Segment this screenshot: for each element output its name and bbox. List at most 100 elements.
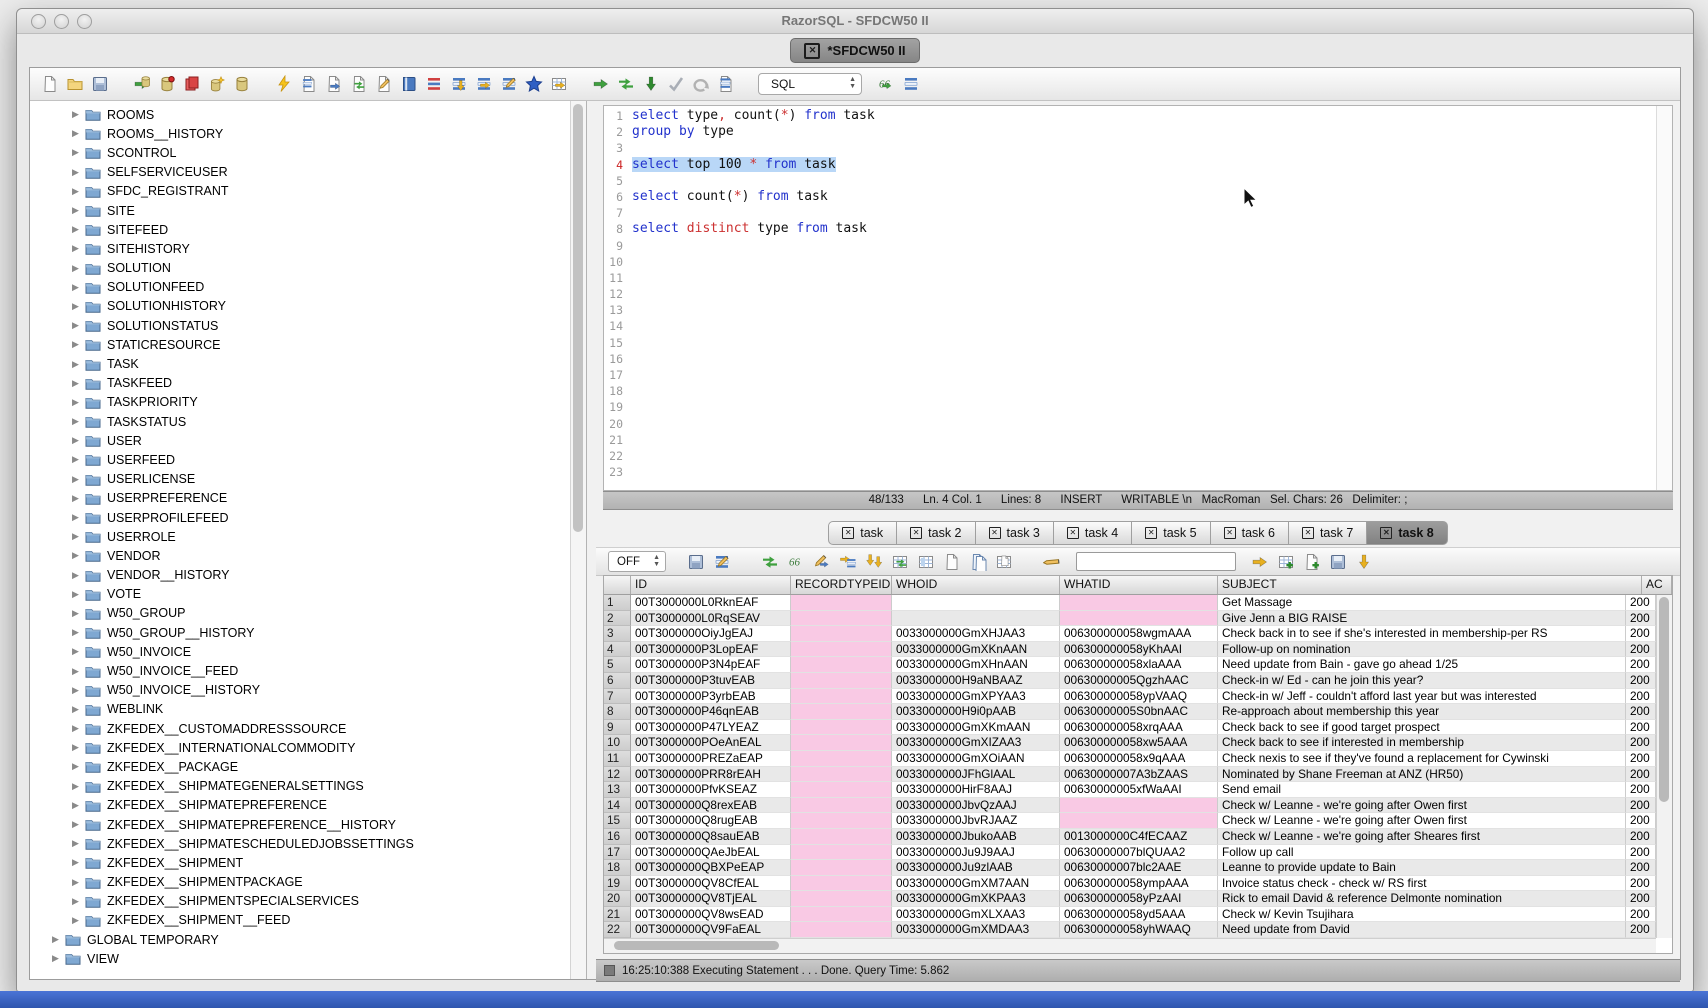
column-header-ac[interactable]: AC (1642, 576, 1672, 594)
log-document-icon[interactable] (716, 74, 736, 94)
results-list-icon[interactable] (901, 74, 921, 94)
grid-cell[interactable]: 00T3000000QV8wsEAD (631, 907, 791, 923)
code-line-21[interactable] (632, 432, 1656, 448)
row-number-cell[interactable]: 20 (604, 891, 631, 907)
row-number-cell[interactable]: 4 (604, 642, 631, 658)
disclosure-triangle-icon[interactable]: ▶ (70, 550, 81, 561)
grid-cell[interactable]: 00T3000000P3yrbEAB (631, 689, 791, 705)
disclosure-triangle-icon[interactable]: ▶ (70, 167, 81, 178)
tree-item-site[interactable]: ▶ SITE (30, 201, 570, 220)
table-row[interactable]: 300T3000000OiyJgEAJ0033000000GmXHJAA3006… (604, 626, 1656, 642)
grid-cell[interactable]: 00T3000000P3tuvEAB (631, 673, 791, 689)
code-line-10[interactable] (632, 254, 1656, 270)
grid-cell[interactable]: 0033000000JbvQzAAJ (892, 798, 1060, 814)
tree-item-weblink[interactable]: ▶ WEBLINK (30, 700, 570, 719)
grid-cell[interactable] (791, 626, 892, 642)
code-line-19[interactable] (632, 399, 1656, 415)
grid-cell[interactable] (791, 782, 892, 798)
grid-cell[interactable]: 006300000058yKhAAI (1060, 642, 1218, 658)
tree-item-vendor[interactable]: ▶ VENDOR (30, 546, 570, 565)
column-header-whoid[interactable]: WHOID (892, 576, 1060, 594)
disclosure-triangle-icon[interactable]: ▶ (70, 742, 81, 753)
grid-horizontal-scrollbar[interactable] (604, 938, 1656, 953)
grid-cell[interactable]: Check nexis to see if they've found a re… (1218, 751, 1626, 767)
grid-cell[interactable]: 00T3000000P3N4pEAF (631, 657, 791, 673)
tree-item-zkfedex-shipmentspecialservices[interactable]: ▶ ZKFEDEX__SHIPMENTSPECIALSERVICES (30, 892, 570, 911)
grid-cell[interactable]: 200 (1626, 907, 1656, 923)
tree-item-zkfedex-customaddresssource[interactable]: ▶ ZKFEDEX__CUSTOMADDRESSSOURCE (30, 719, 570, 738)
tree-item-taskfeed[interactable]: ▶ TASKFEED (30, 374, 570, 393)
grid-cell[interactable]: Rick to email David & reference Delmonte… (1218, 891, 1626, 907)
row-number-cell[interactable]: 17 (604, 845, 631, 861)
grid-cell[interactable]: 00630000005QgzhAAC (1060, 673, 1218, 689)
grid-cell[interactable]: 0033000000GmXKmAAN (892, 720, 1060, 736)
grid-cell[interactable]: Check-in w/ Jeff - couldn't afford last … (1218, 689, 1626, 705)
tree-item-selfserviceuser[interactable]: ▶ SELFSERVICEUSER (30, 163, 570, 182)
table-row[interactable]: 2200T3000000QV9FaEAL0033000000GmXMDAA300… (604, 922, 1656, 938)
row-number-cell[interactable]: 19 (604, 876, 631, 892)
grid-cell[interactable]: 0033000000GmXHJAA3 (892, 626, 1060, 642)
result-tab-task-3[interactable]: ✕task 3 (976, 521, 1054, 545)
grid-cell[interactable] (791, 845, 892, 861)
row-number-cell[interactable]: 9 (604, 720, 631, 736)
grid-cell[interactable]: 0033000000GmXM7AAN (892, 876, 1060, 892)
disclosure-triangle-icon[interactable]: ▶ (70, 896, 81, 907)
notes-add-icon[interactable] (1302, 552, 1322, 572)
grid-cell[interactable] (791, 767, 892, 783)
grid-cell[interactable]: 00T3000000L0RqSEAV (631, 611, 791, 627)
table-row[interactable]: 1000T3000000POeAnEAL0033000000GmXIZAA300… (604, 735, 1656, 751)
disclosure-triangle-icon[interactable]: ▶ (70, 454, 81, 465)
tree-item-vendor-history[interactable]: ▶ VENDOR__HISTORY (30, 566, 570, 585)
reconnect-arrows-icon[interactable] (616, 74, 636, 94)
grid-cell[interactable] (1060, 595, 1218, 611)
align-text-icon[interactable] (474, 74, 494, 94)
grid-cell[interactable]: Get Massage (1218, 595, 1626, 611)
tree-item-sfdc-registrant[interactable]: ▶ SFDC_REGISTRANT (30, 182, 570, 201)
grid-cell[interactable]: 200 (1626, 689, 1656, 705)
column-header-subject[interactable]: SUBJECT (1218, 576, 1642, 594)
grid-cell[interactable]: Nominated by Shane Freeman at ANZ (HR50) (1218, 767, 1626, 783)
pen-icon[interactable] (1042, 552, 1062, 572)
grid-cell[interactable]: 0033000000Ju9zlAAB (892, 860, 1060, 876)
grid-cell[interactable] (791, 751, 892, 767)
grid-cell[interactable]: 006300000058wgmAAA (1060, 626, 1218, 642)
table-row[interactable]: 400T3000000P3LopEAF0033000000GmXKnAAN006… (604, 642, 1656, 658)
grid-cell[interactable]: 0033000000Ju9J9AAJ (892, 845, 1060, 861)
grid-cell[interactable] (892, 611, 1060, 627)
grid-cell[interactable] (791, 689, 892, 705)
disclosure-triangle-icon[interactable]: ▶ (70, 761, 81, 772)
rollback-undo-icon[interactable] (691, 74, 711, 94)
format-sql-icon[interactable] (499, 74, 519, 94)
grid-cell[interactable] (1060, 813, 1218, 829)
table-row[interactable]: 2000T3000000QV8TjEAL0033000000GmXKPAA300… (604, 891, 1656, 907)
grid-cell[interactable] (791, 798, 892, 814)
view-glasses-icon[interactable]: 66 (786, 552, 806, 572)
grid-cell[interactable]: Invoice status check - check w/ RS first (1218, 876, 1626, 892)
grid-cell[interactable]: 0033000000JbukoAAB (892, 829, 1060, 845)
grid-cell[interactable] (791, 642, 892, 658)
grid-cell[interactable]: 006300000058yd5AAA (1060, 907, 1218, 923)
grid-cell[interactable] (791, 891, 892, 907)
tree-item-zkfedex-shipmatescheduledjobssettings[interactable]: ▶ ZKFEDEX__SHIPMATESCHEDULEDJOBSSETTINGS (30, 834, 570, 853)
table-row[interactable]: 800T3000000P46qnEAB0033000000H9i0pAAB006… (604, 704, 1656, 720)
disclosure-triangle-icon[interactable]: ▶ (70, 685, 81, 696)
grid-cell[interactable]: 00T3000000PRR8rEAH (631, 767, 791, 783)
table-copy-icon[interactable] (994, 552, 1014, 572)
tree-item-userlicense[interactable]: ▶ USERLICENSE (30, 470, 570, 489)
grid-cell[interactable] (791, 813, 892, 829)
row-number-cell[interactable]: 22 (604, 922, 631, 938)
code-line-4[interactable]: select top 100 * from task (632, 157, 1656, 173)
grid-cell[interactable]: 200 (1626, 735, 1656, 751)
grid-cell[interactable] (791, 673, 892, 689)
grid-cell[interactable]: 200 (1626, 782, 1656, 798)
history-list-icon[interactable] (424, 74, 444, 94)
row-number-cell[interactable]: 18 (604, 860, 631, 876)
table-row[interactable]: 1900T3000000QV8CfEAL0033000000GmXM7AAN00… (604, 876, 1656, 892)
grid-cell[interactable]: 00T3000000PREZaEAP (631, 751, 791, 767)
column-header-recordtypeid[interactable]: RECORDTYPEID (791, 576, 892, 594)
code-line-23[interactable] (632, 464, 1656, 480)
code-line-3[interactable] (632, 140, 1656, 156)
result-tab-task-4[interactable]: ✕task 4 (1054, 521, 1132, 545)
table-row[interactable]: 1300T3000000PfvKSEAZ0033000000HirF8AAJ00… (604, 782, 1656, 798)
tree-item-userfeed[interactable]: ▶ USERFEED (30, 450, 570, 469)
